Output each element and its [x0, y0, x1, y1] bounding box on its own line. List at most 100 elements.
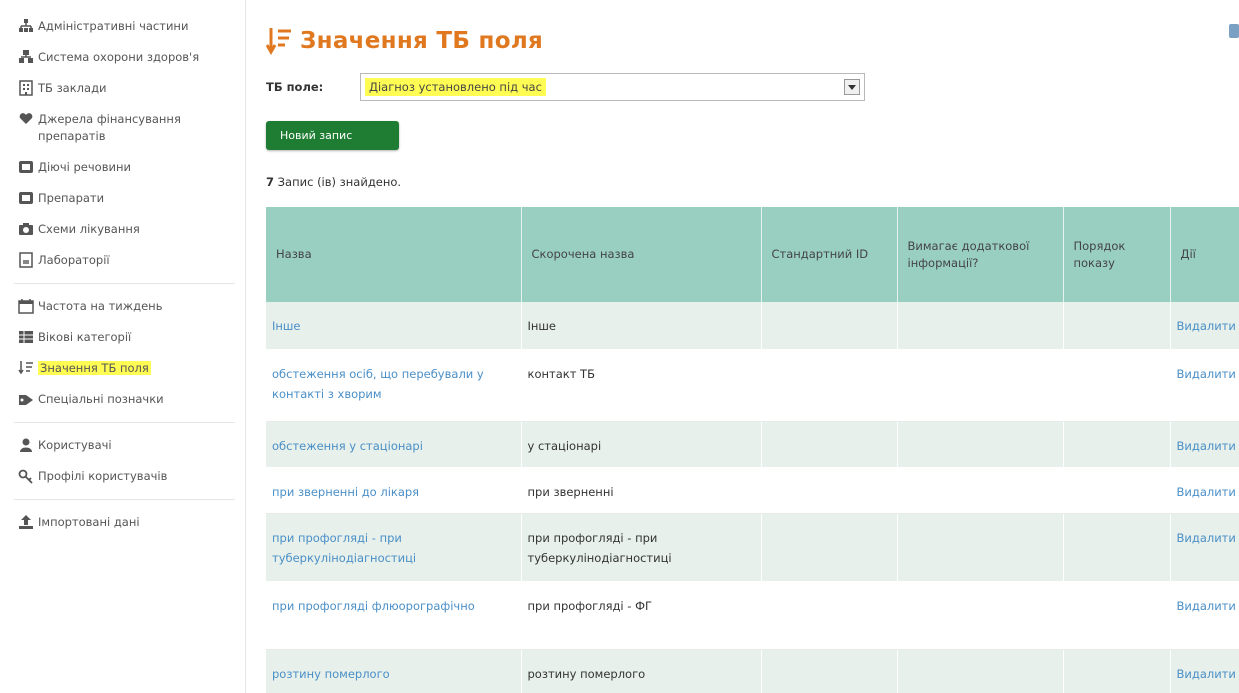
column-header-name[interactable]: Назва	[266, 207, 522, 302]
table-row: обстеження осіб, що перебували у контакт…	[266, 349, 1239, 422]
scheme-icon	[19, 223, 33, 235]
sidebar-item-tb-facilities[interactable]: ТБ заклади	[19, 80, 235, 97]
table-icon	[19, 331, 33, 343]
sidebar-item-tb-field-values[interactable]: Значення ТБ поля	[18, 360, 235, 377]
row-standard-id	[761, 513, 898, 582]
sidebar-divider	[14, 499, 235, 500]
row-standard-id	[761, 302, 898, 350]
row-display-order	[1063, 349, 1171, 422]
building-icon	[19, 80, 33, 96]
sidebar-item-user-profiles[interactable]: Профілі користувачів	[18, 468, 235, 485]
sidebar-item-label: Система охорони здоров'я	[38, 50, 200, 64]
row-requires-info	[897, 349, 1064, 422]
column-header-actions: Дії	[1170, 207, 1239, 302]
row-requires-info	[897, 467, 1064, 514]
tb-field-select[interactable]: Діагноз установлено під час	[360, 73, 865, 101]
sidebar-group-users: Користувачі Профілі користувачів	[0, 437, 245, 485]
row-short-name: розтину померлого	[521, 649, 762, 693]
row-requires-info	[897, 421, 1064, 468]
column-header-short-name[interactable]: Скорочена назва	[521, 207, 762, 302]
row-name-link[interactable]: Інше	[266, 302, 522, 350]
row-display-order	[1063, 421, 1171, 468]
sidebar-item-label: Діючі речовини	[38, 160, 131, 174]
sidebar-item-label: Значення ТБ поля	[38, 361, 151, 375]
sidebar-item-weekly-frequency[interactable]: Частота на тиждень	[18, 298, 235, 315]
table-row: розтину померлого розтину померлого Вида…	[266, 649, 1239, 693]
sidebar-item-laboratories[interactable]: Лабораторії	[19, 252, 235, 269]
records-found: 7 Запис (ів) знайдено.	[266, 175, 401, 189]
hierarchy-icon	[19, 50, 33, 63]
chevron-down-icon[interactable]	[844, 79, 860, 95]
row-name-link[interactable]: при зверненні до лікаря	[266, 467, 522, 514]
upload-icon	[19, 515, 33, 529]
records-text: Запис (ів) знайдено.	[277, 175, 402, 189]
row-short-name: при профогляді - ФГ	[521, 581, 762, 650]
sidebar-item-users[interactable]: Користувачі	[20, 437, 235, 454]
row-display-order	[1063, 513, 1171, 582]
sidebar-item-active-substances[interactable]: Діючі речовини	[19, 159, 235, 176]
row-name-link[interactable]: при профогляді флюорографічно	[266, 581, 522, 650]
row-delete-link[interactable]: Видалити	[1170, 581, 1239, 650]
sidebar-group-reference: Адміністративні частини Система охорони …	[0, 18, 245, 269]
row-name-link[interactable]: обстеження осіб, що перебували у контакт…	[266, 349, 522, 422]
row-short-name: контакт ТБ	[521, 349, 762, 422]
sidebar-item-age-categories[interactable]: Вікові категорії	[19, 329, 235, 346]
sidebar-item-funding-sources[interactable]: Джерела фінансування препаратів	[19, 111, 235, 145]
print-icon[interactable]	[1229, 24, 1239, 38]
sidebar-item-health-system[interactable]: Система охорони здоров'я	[19, 49, 235, 66]
page-title-text: Значення ТБ поля	[300, 28, 544, 54]
row-standard-id	[761, 421, 898, 468]
key-icon	[18, 469, 33, 484]
row-short-name: Інше	[521, 302, 762, 350]
sidebar-item-label: Частота на тиждень	[38, 299, 163, 313]
row-name-link[interactable]: обстеження у стаціонарі	[266, 421, 522, 468]
sidebar-item-admin-units[interactable]: Адміністративні частини	[19, 18, 235, 35]
row-delete-link[interactable]: Видалити	[1170, 513, 1239, 582]
tb-field-label: ТБ поле:	[266, 80, 324, 94]
row-delete-link[interactable]: Видалити	[1170, 649, 1239, 693]
row-requires-info	[897, 513, 1064, 582]
row-name-link[interactable]: розтину померлого	[266, 649, 522, 693]
sidebar-item-label: Препарати	[38, 191, 105, 205]
table-header-row: Назва Скорочена назва Стандартний ID Вим…	[266, 207, 1239, 302]
main-content: Значення ТБ поля ТБ поле: Діагноз устано…	[266, 0, 1239, 693]
row-name-link[interactable]: при профогляді - при туберкулінодіагност…	[266, 513, 522, 582]
sidebar-item-label: Джерела фінансування препаратів	[38, 112, 181, 143]
row-requires-info	[897, 302, 1064, 350]
column-header-standard-id[interactable]: Стандартний ID	[761, 207, 898, 302]
row-delete-link[interactable]: Видалити	[1170, 421, 1239, 468]
row-short-name: при профогляді - при туберкулінодіагност…	[521, 513, 762, 582]
row-delete-link[interactable]: Видалити	[1170, 302, 1239, 350]
sidebar-item-special-marks[interactable]: Спеціальні позначки	[19, 391, 235, 408]
column-header-display-order[interactable]: Порядок показу	[1063, 207, 1171, 302]
tb-values-table: Назва Скорочена назва Стандартний ID Вим…	[266, 207, 1239, 693]
sidebar-divider	[14, 283, 235, 284]
row-delete-link[interactable]: Видалити	[1170, 349, 1239, 422]
row-delete-link[interactable]: Видалити	[1170, 467, 1239, 514]
row-standard-id	[761, 349, 898, 422]
row-standard-id	[761, 581, 898, 650]
sidebar-item-treatment-schemes[interactable]: Схеми лікування	[19, 221, 235, 238]
row-display-order	[1063, 649, 1171, 693]
sidebar-item-label: Адміністративні частини	[38, 19, 189, 33]
sidebar-group-import: Імпортовані дані	[0, 514, 245, 531]
sidebar-item-imported-data[interactable]: Імпортовані дані	[19, 514, 235, 531]
sidebar-item-label: Схеми лікування	[38, 222, 140, 236]
sidebar-item-medicines[interactable]: Препарати	[19, 190, 235, 207]
row-requires-info	[897, 649, 1064, 693]
table-row: Інше Інше Видалити	[266, 302, 1239, 350]
medicine-icon	[19, 192, 33, 204]
calendar-icon	[18, 299, 34, 314]
sidebar-item-label: Профілі користувачів	[38, 469, 168, 483]
new-record-button[interactable]: Новий запис	[266, 121, 399, 150]
column-header-requires-info[interactable]: Вимагає додаткової інформації?	[897, 207, 1064, 302]
table-row: при зверненні до лікаря при зверненні Ви…	[266, 467, 1239, 514]
sidebar: Адміністративні частини Система охорони …	[0, 0, 246, 693]
sidebar-item-label: Користувачі	[38, 438, 112, 452]
sitemap-icon	[19, 19, 33, 32]
row-standard-id	[761, 467, 898, 514]
sidebar-item-label: Спеціальні позначки	[38, 392, 164, 406]
sidebar-item-label: ТБ заклади	[38, 81, 107, 95]
hand-heart-icon	[19, 113, 33, 124]
sort-icon	[266, 28, 291, 56]
